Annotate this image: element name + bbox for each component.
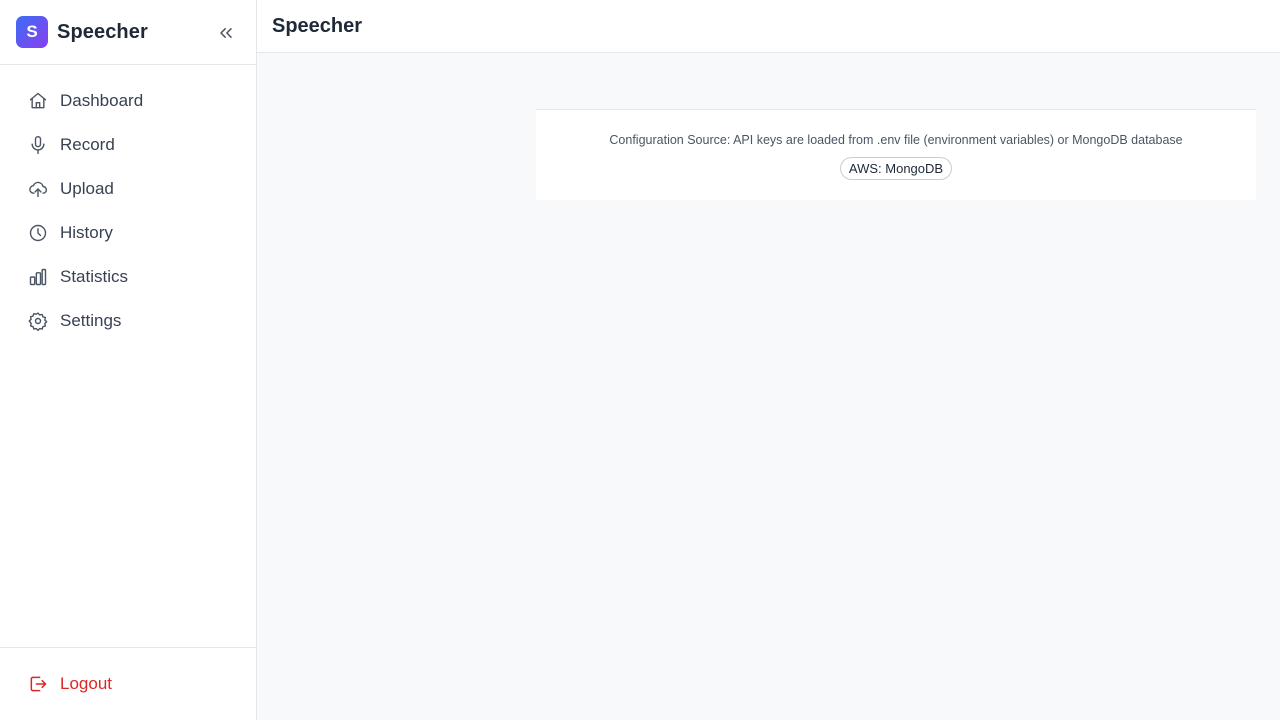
brand-header: S Speecher [0,0,256,65]
sidebar-item-label: Settings [60,311,122,330]
bar-chart-icon [28,267,48,287]
config-source-panel: Configuration Source: API keys are loade… [536,109,1256,200]
logout-icon [28,674,48,694]
upload-cloud-icon [28,179,48,199]
sidebar-item-history[interactable]: History [0,211,256,255]
sidebar-footer: Logout [0,647,256,720]
sidebar-item-upload[interactable]: Upload [0,167,256,211]
gear-icon [28,311,48,331]
top-header: Speecher [257,0,1280,53]
sidebar-item-label: Upload [60,179,114,198]
home-icon [28,91,48,111]
page-title: Speecher [272,15,363,37]
sidebar-item-label: Statistics [60,267,129,286]
sidebar-item-statistics[interactable]: Statistics [0,255,256,299]
sidebar-item-record[interactable]: Record [0,123,256,167]
logout-button[interactable]: Logout [0,662,256,706]
double-chevron-left-icon [220,28,232,38]
app-logo[interactable]: S [16,16,48,48]
sidebar-item-label: Dashboard [60,91,144,110]
app-name: Speecher [57,20,148,43]
logout-label: Logout [60,674,112,693]
clock-icon [28,223,48,243]
microphone-icon [28,135,48,155]
sidebar-nav: Dashboard Record Upload History Statisti… [0,65,256,343]
sidebar-item-label: Record [60,135,115,154]
sidebar-item-dashboard[interactable]: Dashboard [0,79,256,123]
config-source-text: Configuration Source: API keys are loade… [609,133,1183,147]
sidebar-item-label: History [60,223,113,242]
sidebar-item-settings[interactable]: Settings [0,299,256,343]
storage-badge: AWS: MongoDB [839,157,953,180]
collapse-sidebar-button[interactable] [214,21,238,45]
sidebar: S Speecher Dashboard Record Upload Histo… [0,0,257,720]
